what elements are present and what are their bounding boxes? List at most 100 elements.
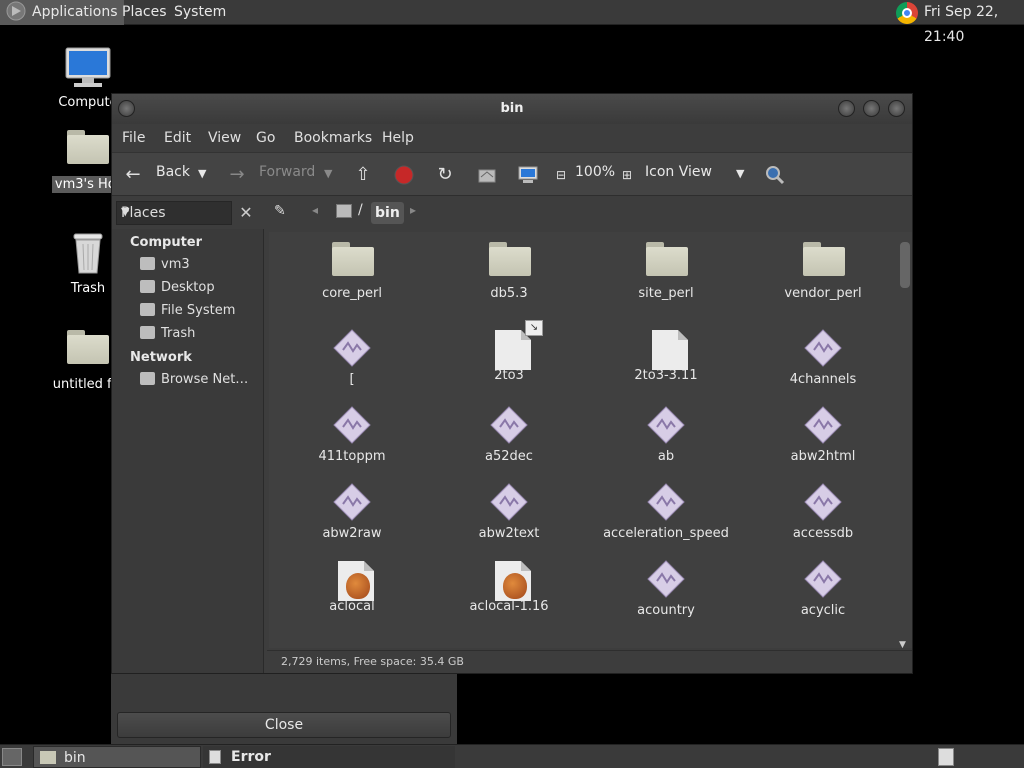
sidebar-header-network: Network [130, 350, 192, 365]
breadcrumb-bin[interactable]: bin [371, 202, 404, 224]
desktop-icon [140, 280, 155, 293]
clock[interactable]: Fri Sep 22, 21:40 [924, 0, 1024, 50]
zoom-out-icon[interactable]: ⊟ [550, 164, 572, 186]
file-name: 2to3 [494, 368, 524, 383]
places-menu[interactable]: Places [116, 0, 173, 25]
forward-arrow-icon[interactable]: → [226, 164, 248, 186]
zoom-in-icon[interactable]: ⊞ [616, 164, 638, 186]
maximize-button[interactable] [863, 100, 880, 117]
menu-go[interactable]: Go [256, 130, 275, 146]
home-folder-icon [67, 130, 109, 164]
places-bar: Places ▼ ✕ [112, 196, 264, 229]
dialog-icon [209, 750, 221, 764]
scroll-thumb[interactable] [900, 242, 910, 288]
file-item[interactable]: aclocal-1.16 [434, 559, 584, 614]
trash-icon [73, 233, 103, 274]
menu-view[interactable]: View [208, 130, 241, 146]
file-item[interactable]: 2to3-3.11 [591, 328, 741, 383]
file-item[interactable]: 411toppm [277, 405, 427, 464]
forward-button[interactable]: Forward [259, 164, 315, 180]
status-text: 2,729 items, Free space: 35.4 GB [281, 655, 464, 668]
file-name: db5.3 [490, 286, 528, 301]
status-bar: 2,729 items, Free space: 35.4 GB [267, 650, 912, 673]
file-name: abw2text [478, 526, 540, 541]
file-item[interactable]: vendor_perl [748, 240, 898, 301]
search-icon[interactable] [764, 164, 786, 186]
file-item[interactable]: ↘ 2to3 [434, 320, 584, 383]
close-sidebar-icon[interactable]: ✕ [234, 201, 258, 225]
executable-icon [803, 482, 843, 522]
file-item[interactable]: core_perl [277, 240, 427, 301]
file-item[interactable]: ab [591, 405, 741, 464]
vertical-scrollbar[interactable]: ▼ [898, 232, 910, 650]
system-menu[interactable]: System [168, 0, 232, 25]
file-view[interactable]: core_perl db5.3 site_perl vendor_perl [↘ 2to3… [269, 232, 912, 648]
chrome-icon[interactable] [896, 2, 918, 24]
executable-icon [489, 482, 529, 522]
home-icon[interactable] [476, 164, 498, 186]
path-left-arrow-icon[interactable]: ◂ [312, 203, 318, 217]
file-name: core_perl [322, 286, 382, 301]
up-arrow-icon[interactable]: ⇧ [352, 164, 374, 186]
reload-icon[interactable]: ↻ [434, 164, 456, 186]
taskbar-item-bin[interactable]: bin [33, 746, 201, 768]
sidebar-item-browse-network[interactable]: Browse Net… [140, 370, 260, 390]
file-icon [646, 328, 688, 370]
drive-icon[interactable] [336, 204, 352, 218]
menubar: File Edit View Go Bookmarks Help [112, 124, 912, 152]
forward-history-chevron-icon[interactable]: ▼ [324, 167, 332, 180]
taskbar-label: bin [64, 750, 86, 766]
file-item[interactable]: a52dec [434, 405, 584, 464]
scroll-down-arrow-icon[interactable]: ▼ [899, 640, 906, 650]
error-dialog: Close [111, 674, 457, 744]
menu-edit[interactable]: Edit [164, 130, 191, 146]
file-item[interactable]: [ [277, 328, 427, 387]
menu-help[interactable]: Help [382, 130, 414, 146]
path-right-arrow-icon[interactable]: ▸ [410, 203, 416, 217]
file-name: ab [657, 449, 675, 464]
view-mode-chevron-icon[interactable]: ▼ [736, 167, 744, 180]
applications-label: Applications [32, 4, 118, 20]
file-item[interactable]: db5.3 [434, 240, 584, 301]
file-item[interactable]: abw2raw [277, 482, 427, 541]
file-item[interactable]: accessdb [748, 482, 898, 541]
file-name: a52dec [485, 449, 533, 464]
back-arrow-icon[interactable]: ← [122, 164, 144, 186]
file-item[interactable]: 4channels [748, 328, 898, 387]
zoom-level[interactable]: 100% [575, 164, 615, 180]
menu-file[interactable]: File [122, 130, 145, 146]
sidebar-item-trash[interactable]: Trash [140, 324, 260, 344]
executable-icon [803, 405, 843, 445]
file-item[interactable]: abw2html [748, 405, 898, 464]
titlebar[interactable]: bin [112, 94, 912, 124]
file-item[interactable]: acceleration_speed [591, 482, 741, 541]
file-name: abw2raw [322, 526, 382, 541]
minimize-button[interactable] [838, 100, 855, 117]
file-name: acceleration_speed [603, 526, 729, 541]
sidebar-item-desktop[interactable]: Desktop [140, 278, 260, 298]
taskbar-item-error[interactable]: Error [203, 746, 455, 768]
file-name: acountry [637, 603, 695, 618]
file-item[interactable]: abw2text [434, 482, 584, 541]
sidebar-item-vm3[interactable]: vm3 [140, 255, 260, 275]
back-history-chevron-icon[interactable]: ▼ [198, 167, 206, 180]
view-mode-select[interactable]: Icon View [645, 164, 712, 180]
file-item[interactable]: acountry [591, 559, 741, 618]
menu-bookmarks[interactable]: Bookmarks [294, 130, 372, 146]
close-window-button[interactable] [888, 100, 905, 117]
applications-menu[interactable]: Applications [0, 0, 124, 25]
trash-applet-icon[interactable] [938, 748, 954, 766]
file-item[interactable]: site_perl [591, 240, 741, 301]
file-name: abw2html [790, 449, 856, 464]
computer-icon[interactable] [517, 164, 539, 186]
stop-icon[interactable] [393, 164, 415, 186]
back-button[interactable]: Back [156, 164, 190, 180]
file-item[interactable]: acyclic [748, 559, 898, 618]
file-item[interactable]: aclocal [277, 559, 427, 614]
file-name: vendor_perl [784, 286, 862, 301]
close-button[interactable]: Close [117, 712, 451, 738]
edit-location-icon[interactable]: ✎ [274, 203, 286, 219]
show-desktop-icon[interactable] [2, 748, 22, 766]
sidebar-item-file-system[interactable]: File System [140, 301, 260, 321]
places-selector[interactable]: Places ▼ [116, 201, 232, 225]
